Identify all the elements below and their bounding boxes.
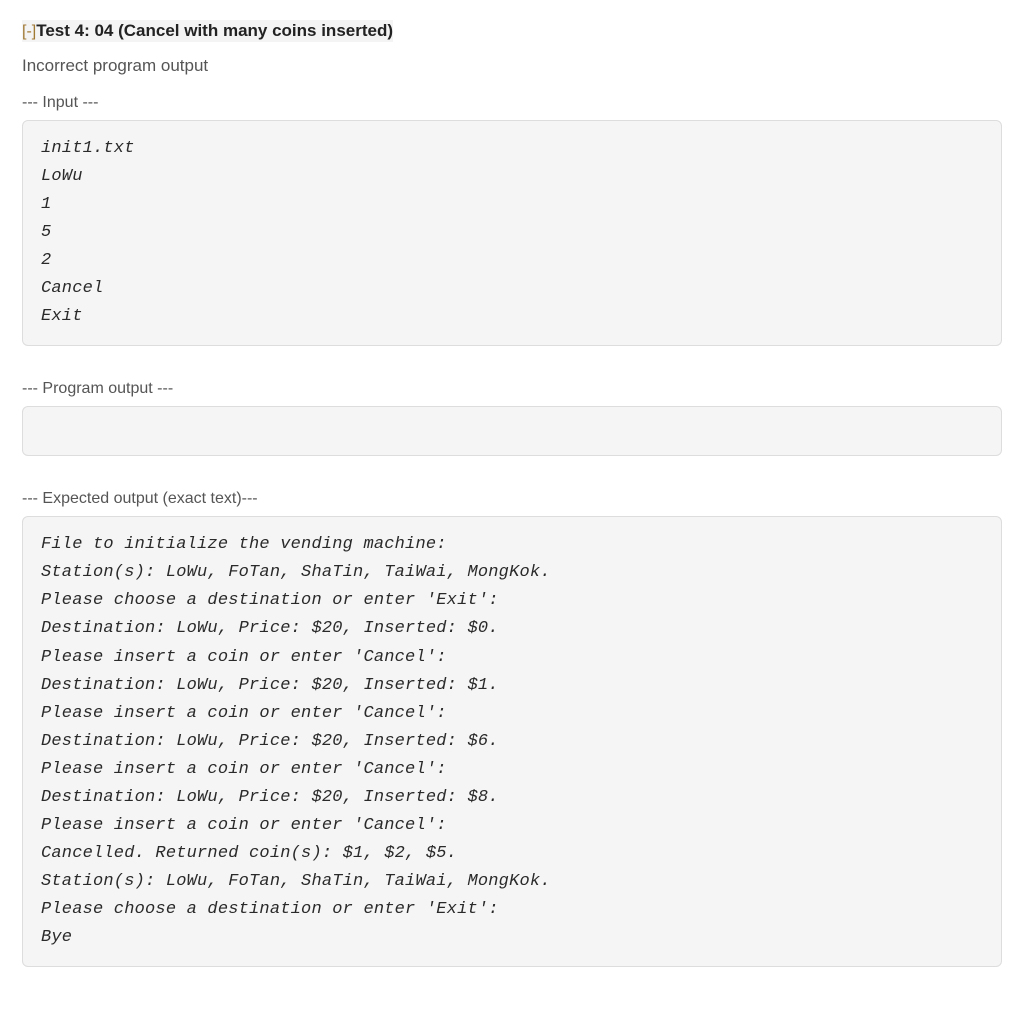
expected-output-section-label: --- Expected output (exact text)--- (22, 490, 1002, 508)
input-content: init1.txt LoWu 1 5 2 Cancel Exit (22, 120, 1002, 346)
test-header: [-]Test 4: 04 (Cancel with many coins in… (22, 20, 393, 42)
result-subtitle: Incorrect program output (22, 56, 1002, 76)
program-output-section-label: --- Program output --- (22, 380, 1002, 398)
collapse-toggle[interactable]: [-] (22, 23, 36, 40)
input-section-label: --- Input --- (22, 94, 1002, 112)
test-title: Test 4: 04 (Cancel with many coins inser… (36, 21, 393, 40)
expected-output-content: File to initialize the vending machine: … (22, 516, 1002, 967)
program-output-content (22, 406, 1002, 456)
